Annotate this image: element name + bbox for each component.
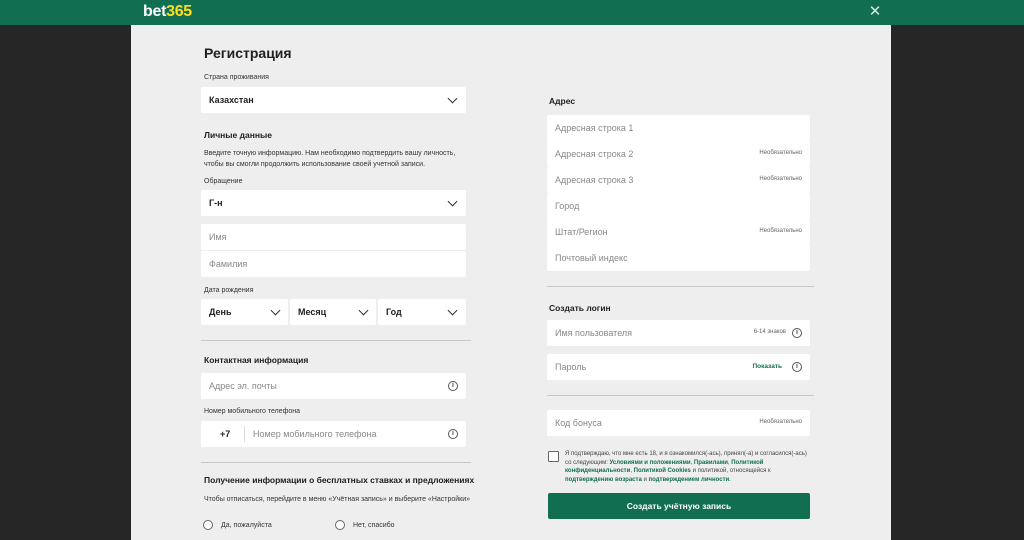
cookies-link[interactable]: Политикой Cookies xyxy=(634,468,691,474)
address-line1-placeholder: Адресная строка 1 xyxy=(555,123,634,133)
optional-hint: Необязательно xyxy=(759,176,802,182)
terms-checkbox[interactable] xyxy=(548,451,559,462)
email-field[interactable]: Адрес эл. почты i xyxy=(201,373,466,399)
username-field[interactable]: Имя пользователя 6-14 знаков i xyxy=(547,320,810,346)
address-heading: Адрес xyxy=(549,96,576,106)
personal-description: Введите точную информацию. Нам необходим… xyxy=(204,150,456,168)
offers-no-label[interactable]: Нет, спасибо xyxy=(353,522,395,529)
last-name-placeholder: Фамилия xyxy=(209,259,248,269)
address-line3-field[interactable]: Адресная строка 3 Необязательно xyxy=(547,167,810,193)
dob-year-value: Год xyxy=(386,307,402,317)
address-line2-field[interactable]: Адресная строка 2 Необязательно xyxy=(547,141,810,167)
dob-month-select[interactable]: Месяц xyxy=(290,299,376,325)
first-name-field[interactable]: Имя xyxy=(201,224,466,250)
privacy-link-cont[interactable]: конфиденциальности xyxy=(565,468,630,474)
phone-separator xyxy=(244,426,245,442)
optional-hint: Необязательно xyxy=(759,419,802,425)
address-line3-placeholder: Адресная строка 3 xyxy=(555,175,634,185)
personal-heading: Личные данные xyxy=(204,130,272,140)
info-icon[interactable]: i xyxy=(792,362,802,372)
last-name-field[interactable]: Фамилия xyxy=(201,251,466,277)
identity-verification-link[interactable]: подтверждением личности xyxy=(648,477,729,483)
chevron-down-icon xyxy=(447,305,458,316)
offers-yes-radio[interactable] xyxy=(203,520,213,530)
privacy-link[interactable]: Политикой xyxy=(731,460,763,466)
phone-placeholder: Номер мобильного телефона xyxy=(253,429,377,439)
offers-description: Чтобы отписаться, перейдите в меню «Учёт… xyxy=(204,496,471,503)
address-line2-placeholder: Адресная строка 2 xyxy=(555,149,634,159)
salutation-value: Г-н xyxy=(209,198,223,208)
info-icon[interactable]: i xyxy=(448,429,458,439)
city-placeholder: Город xyxy=(555,201,580,211)
header-bar: bet365 ✕ xyxy=(0,0,1024,25)
salutation-label: Обращение xyxy=(204,178,243,185)
divider xyxy=(201,462,471,463)
create-account-button[interactable]: Создать учётную запись xyxy=(548,493,810,519)
bonus-code-field[interactable]: Код бонуса Необязательно xyxy=(547,410,810,436)
country-value: Казахстан xyxy=(209,95,254,105)
dob-year-select[interactable]: Год xyxy=(378,299,466,325)
show-password-button[interactable]: Показать xyxy=(752,363,782,370)
page-title: Регистрация xyxy=(204,45,292,61)
terms-text: Я подтверждаю, что мне есть 18, и я озна… xyxy=(565,451,807,483)
postcode-placeholder: Почтовый индекс xyxy=(555,253,628,263)
rules-link[interactable]: Правилами xyxy=(694,460,728,466)
offers-heading: Получение информации о бесплатных ставка… xyxy=(204,475,475,485)
close-icon[interactable]: ✕ xyxy=(866,3,884,21)
info-icon[interactable]: i xyxy=(448,381,458,391)
country-select[interactable]: Казахстан xyxy=(201,87,466,113)
username-placeholder: Имя пользователя xyxy=(555,328,633,338)
country-label: Страна проживания xyxy=(204,74,269,81)
password-field[interactable]: Пароль Показать i xyxy=(547,354,810,380)
login-heading: Создать логин xyxy=(549,303,611,313)
email-placeholder: Адрес эл. почты xyxy=(209,381,277,391)
dob-day-select[interactable]: День xyxy=(201,299,288,325)
offers-yes-label[interactable]: Да, пожалуйста xyxy=(221,522,272,529)
terms-link[interactable]: Условиями и положениями xyxy=(610,460,691,466)
divider xyxy=(201,340,471,341)
divider xyxy=(547,286,814,287)
dob-month-value: Месяц xyxy=(298,307,327,317)
phone-field[interactable]: +7 Номер мобильного телефона i xyxy=(201,421,466,447)
contact-heading: Контактная информация xyxy=(204,355,309,365)
chevron-down-icon xyxy=(358,305,369,316)
dob-day-value: День xyxy=(209,307,232,317)
postcode-field[interactable]: Почтовый индекс xyxy=(547,245,810,271)
bonus-code-placeholder: Код бонуса xyxy=(555,418,602,428)
bet365-logo[interactable]: bet365 xyxy=(143,3,192,21)
chevron-down-icon xyxy=(270,305,281,316)
age-verification-link[interactable]: подтверждению xyxy=(565,477,613,483)
optional-hint: Необязательно xyxy=(759,228,802,234)
registration-panel: Регистрация Страна проживания Казахстан … xyxy=(131,25,891,540)
divider xyxy=(547,395,814,396)
username-hint: 6-14 знаков xyxy=(753,329,786,335)
city-field[interactable]: Город xyxy=(547,193,810,219)
offers-no-radio[interactable] xyxy=(335,520,345,530)
optional-hint: Необязательно xyxy=(759,150,802,156)
age-verification-link-cont[interactable]: возраста xyxy=(615,477,642,483)
state-field[interactable]: Штат/Регион Необязательно xyxy=(547,219,810,245)
dob-label: Дата рождения xyxy=(204,287,254,294)
state-placeholder: Штат/Регион xyxy=(555,227,608,237)
info-icon[interactable]: i xyxy=(792,328,802,338)
address-line1-field[interactable]: Адресная строка 1 xyxy=(547,115,810,141)
first-name-placeholder: Имя xyxy=(209,232,227,242)
password-placeholder: Пароль xyxy=(555,362,587,372)
chevron-down-icon xyxy=(447,93,458,104)
phone-country-code: +7 xyxy=(220,429,231,439)
salutation-select[interactable]: Г-н xyxy=(201,190,466,216)
phone-label: Номер мобильного телефона xyxy=(204,408,301,415)
chevron-down-icon xyxy=(447,196,458,207)
